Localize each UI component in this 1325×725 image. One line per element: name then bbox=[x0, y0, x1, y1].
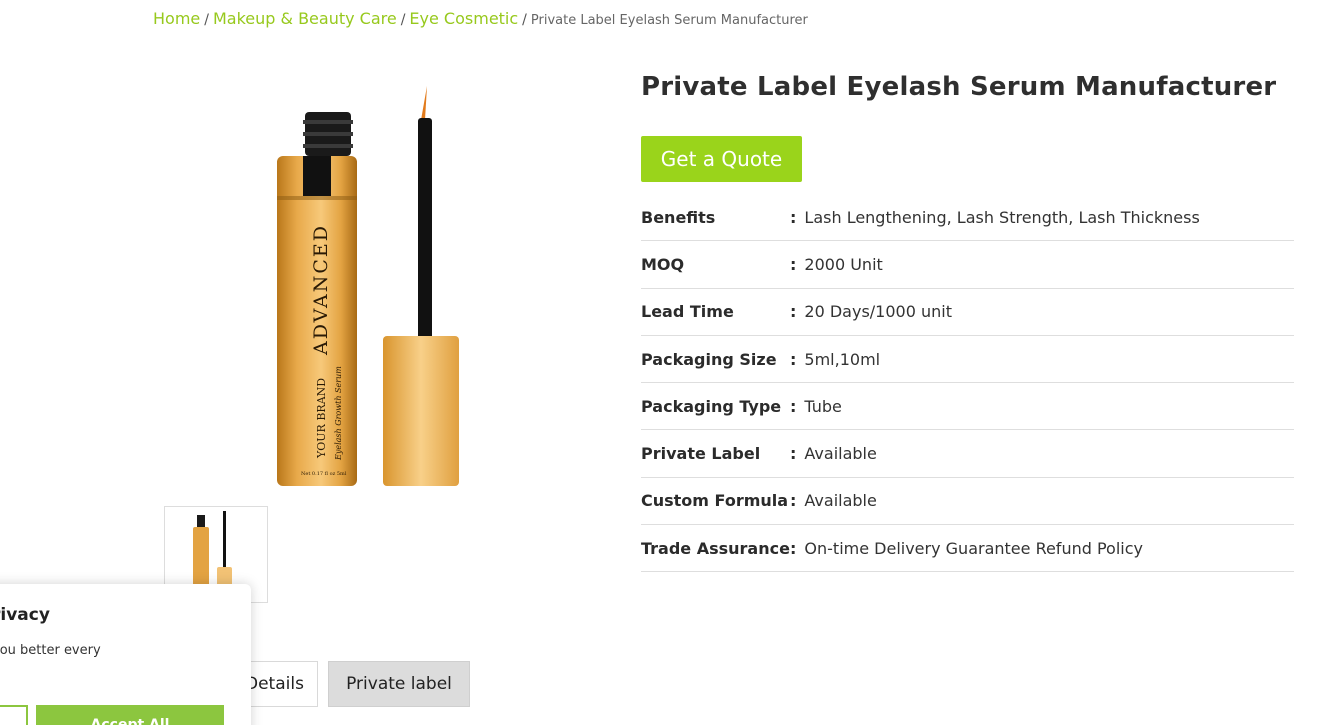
breadcrumb-separator: / bbox=[400, 12, 406, 28]
breadcrumb-makeup-link[interactable]: Makeup & Beauty Care bbox=[213, 9, 397, 28]
spec-label: Packaging Size bbox=[641, 349, 777, 369]
bottle-net-text: Net 0.17 fl oz 5ml bbox=[301, 471, 347, 477]
brush-wand bbox=[418, 118, 432, 340]
spec-label: Trade Assurance bbox=[641, 538, 790, 558]
spec-label: Lead Time bbox=[641, 302, 734, 322]
spec-row-packaging-size: Packaging Size : 5ml,10ml bbox=[641, 336, 1294, 384]
bottle-cap bbox=[383, 336, 459, 486]
spec-value: 20 Days/1000 unit bbox=[804, 302, 952, 322]
spec-label: Custom Formula bbox=[641, 491, 789, 511]
privacy-popup-text: you better every bbox=[0, 643, 101, 658]
spec-row-packaging-type: Packaging Type : Tube bbox=[641, 383, 1294, 431]
spec-colon: : bbox=[790, 349, 797, 369]
accept-all-button[interactable]: Accept All bbox=[36, 705, 224, 725]
spec-value: Tube bbox=[804, 396, 842, 416]
spec-row-trade-assurance: Trade Assurance : On-time Delivery Guara… bbox=[641, 525, 1294, 573]
privacy-popup-title: rivacy bbox=[0, 605, 50, 625]
spec-table: Benefits : Lash Lengthening, Lash Streng… bbox=[641, 194, 1294, 573]
breadcrumb-separator: / bbox=[522, 12, 527, 28]
spec-row-lead-time: Lead Time : 20 Days/1000 unit bbox=[641, 289, 1294, 336]
breadcrumb: Home / Makeup & Beauty Care / Eye Cosmet… bbox=[153, 9, 808, 33]
spec-label: Private Label bbox=[641, 444, 761, 464]
bottle-name-text: ADVANCED bbox=[310, 224, 332, 356]
get-quote-button[interactable]: Get a Quote bbox=[641, 136, 802, 182]
spec-label: MOQ bbox=[641, 254, 685, 274]
spec-value: Available bbox=[804, 444, 877, 464]
spec-colon: : bbox=[790, 491, 797, 511]
tab-private-label[interactable]: Private label bbox=[328, 661, 470, 707]
spec-value: On-time Delivery Guarantee Refund Policy bbox=[804, 538, 1143, 558]
spec-label: Benefits bbox=[641, 207, 716, 227]
spec-label: Packaging Type bbox=[641, 396, 782, 416]
spec-row-private-label: Private Label : Available bbox=[641, 430, 1294, 478]
spec-colon: : bbox=[790, 444, 797, 464]
breadcrumb-separator: / bbox=[204, 12, 209, 28]
bottle-brand-text: YOUR BRAND bbox=[315, 378, 328, 459]
product-title: Private Label Eyelash Serum Manufacturer bbox=[641, 72, 1277, 102]
spec-value: 5ml,10ml bbox=[804, 349, 881, 369]
brush-tip bbox=[421, 86, 427, 120]
spec-colon: : bbox=[790, 207, 797, 227]
privacy-popup: rivacy you better every Accept All bbox=[0, 584, 251, 725]
spec-value: Lash Lengthening, Lash Strength, Lash Th… bbox=[804, 207, 1200, 227]
breadcrumb-eye-cosmetic-link[interactable]: Eye Cosmetic bbox=[409, 9, 518, 28]
product-image[interactable]: ADVANCED YOUR BRAND Eyelash Growth Serum… bbox=[255, 80, 485, 495]
breadcrumb-current: Private Label Eyelash Serum Manufacturer bbox=[530, 13, 808, 28]
spec-colon: : bbox=[790, 396, 797, 416]
spec-colon: : bbox=[790, 538, 797, 558]
spec-value: 2000 Unit bbox=[804, 254, 883, 274]
cookie-settings-button[interactable] bbox=[0, 705, 28, 725]
spec-row-custom-formula: Custom Formula : Available bbox=[641, 478, 1294, 526]
spec-colon: : bbox=[790, 302, 797, 322]
breadcrumb-home-link[interactable]: Home bbox=[153, 9, 200, 28]
spec-row-moq: MOQ : 2000 Unit bbox=[641, 241, 1294, 289]
spec-value: Available bbox=[804, 491, 877, 511]
spec-row-benefits: Benefits : Lash Lengthening, Lash Streng… bbox=[641, 194, 1294, 242]
bottle-sub-text: Eyelash Growth Serum bbox=[334, 366, 343, 461]
spec-colon: : bbox=[790, 254, 797, 274]
